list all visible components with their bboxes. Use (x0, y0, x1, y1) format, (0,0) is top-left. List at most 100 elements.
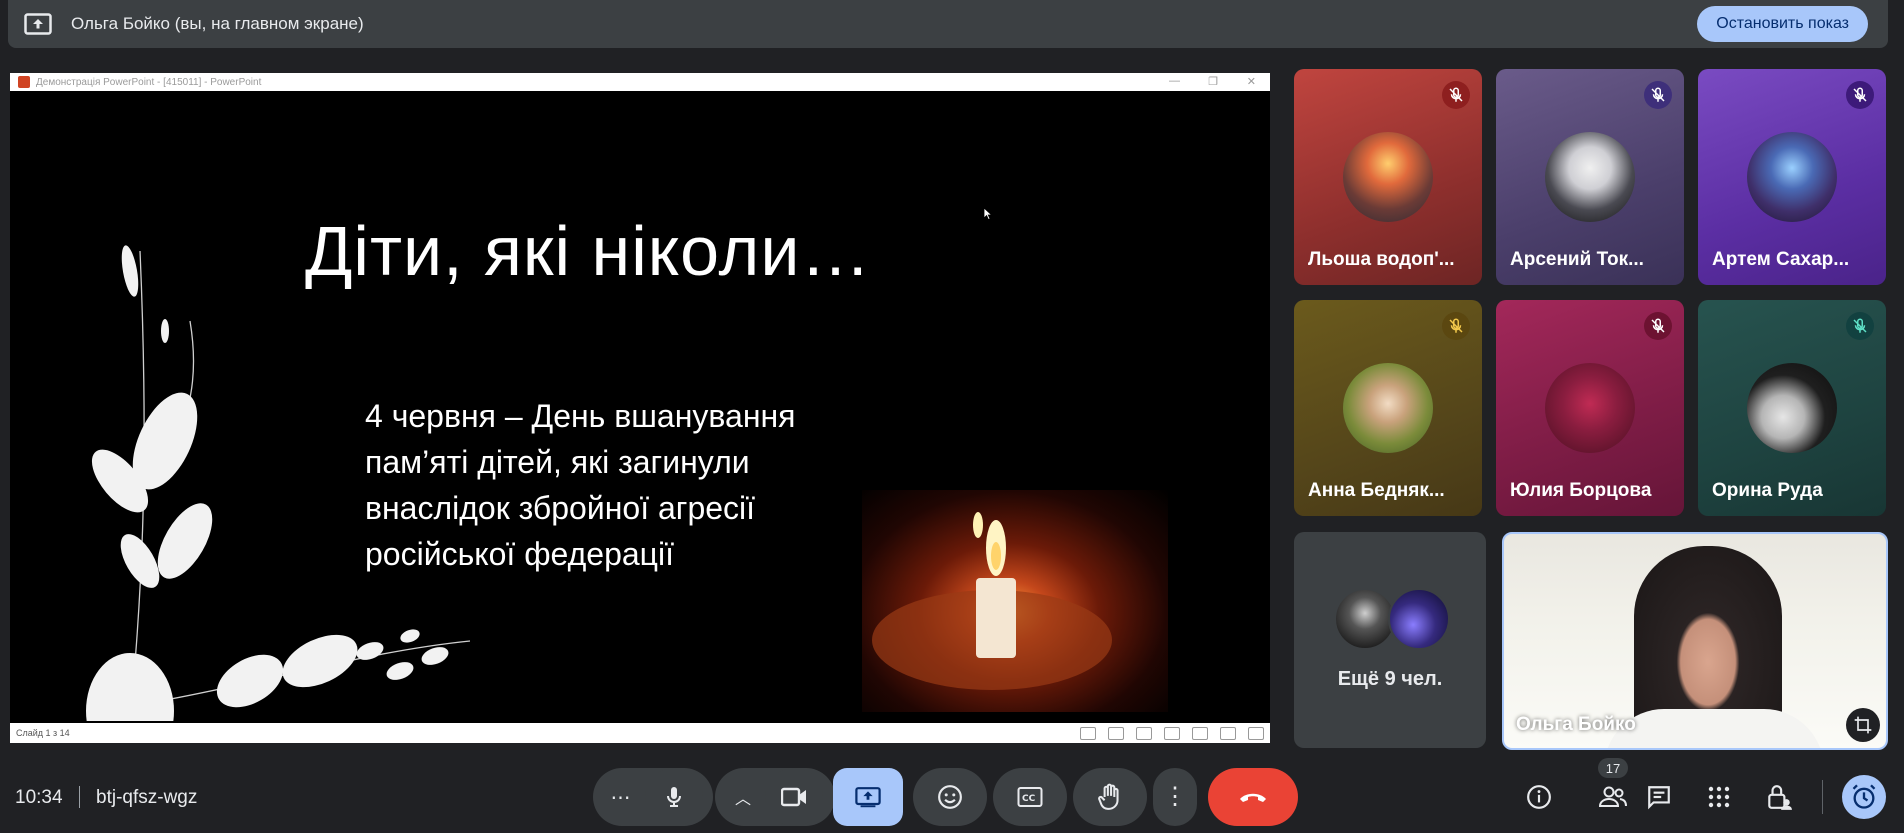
slideshow-view-icon (1248, 727, 1264, 740)
mic-off-icon (1644, 312, 1672, 340)
more-participants-label: Ещё 9 чел. (1337, 668, 1443, 690)
avatar (1334, 588, 1396, 650)
more-options-button[interactable]: ⋮ (1153, 768, 1197, 826)
clock: 10:34 (15, 787, 63, 808)
participants-button[interactable] (1596, 780, 1630, 814)
participant-name: Льоша водоп'... (1308, 249, 1455, 270)
chat-button[interactable] (1642, 780, 1676, 814)
divider (1822, 780, 1823, 814)
participant-tile[interactable]: Льоша водоп'... (1294, 69, 1482, 285)
mic-off-icon (1644, 81, 1672, 109)
mic-off-icon (1442, 312, 1470, 340)
next-slide-icon (1136, 727, 1152, 740)
avatar (1343, 132, 1433, 222)
timer-button[interactable] (1842, 775, 1886, 819)
reactions-button[interactable] (913, 768, 987, 826)
participant-name: Артем Сахар... (1712, 249, 1850, 270)
meeting-code: btj-qfsz-wgz (96, 787, 198, 808)
participant-name: Орина Руда (1712, 480, 1823, 501)
video-settings-button[interactable]: ︿ (715, 768, 771, 826)
restore-icon: ❐ (1208, 76, 1218, 88)
present-now-button[interactable] (833, 768, 903, 826)
ppt-window-title: Демонстрація PowerPoint - [415011] - Pow… (36, 76, 262, 88)
reading-view-icon (1220, 727, 1236, 740)
more-horiz-icon: ⋯ (610, 786, 632, 809)
self-video-tile[interactable]: Ольга Бойко (1502, 532, 1888, 750)
view-controls (1080, 727, 1264, 740)
video-camera-icon (781, 787, 806, 807)
present-screen-icon (855, 787, 881, 808)
participant-tile[interactable]: Юлия Борцова (1496, 300, 1684, 516)
lock-person-icon (1768, 785, 1792, 810)
activities-button[interactable] (1702, 780, 1736, 814)
slide-menu-icon (1108, 727, 1124, 740)
self-video-shirt (1604, 709, 1824, 748)
present-screen-icon (24, 13, 52, 35)
candle-photo (862, 490, 1168, 712)
participant-name: Юлия Борцова (1510, 480, 1652, 501)
svg-text:CC: CC (1022, 794, 1036, 804)
sorter-view-icon (1192, 727, 1208, 740)
participants-count-badge: 17 (1598, 758, 1628, 778)
presenting-banner: Ольга Бойко (вы, на главном экране) Оста… (8, 0, 1888, 48)
raise-hand-button[interactable] (1073, 768, 1147, 826)
slide-body-line: внаслідок збройної агресії (365, 490, 756, 526)
slide-body-line: пам’яті дітей, які загинули (365, 444, 750, 480)
emoji-icon (938, 785, 962, 809)
apps-grid-icon (1708, 786, 1730, 808)
hand-icon (1098, 783, 1119, 810)
avatar (1545, 132, 1635, 222)
stop-presenting-button[interactable]: Остановить показ (1697, 6, 1868, 42)
closed-captions-icon: CC (1017, 787, 1043, 807)
participant-name: Анна Бедняк... (1308, 480, 1445, 501)
mic-icon (667, 787, 681, 807)
slide-number: Слайд 1 з 14 (16, 728, 70, 738)
close-icon: ✕ (1246, 76, 1256, 88)
avatar (1343, 363, 1433, 453)
avatar (1388, 588, 1450, 650)
avatar (1747, 132, 1837, 222)
ppt-titlebar: Демонстрація PowerPoint - [415011] - Pow… (10, 73, 1270, 91)
host-controls-button[interactable] (1762, 780, 1796, 814)
divider (79, 786, 80, 808)
mic-off-icon (1442, 81, 1470, 109)
people-icon (1598, 786, 1627, 807)
chat-icon (1648, 786, 1670, 810)
prev-slide-icon (1080, 727, 1096, 740)
slide-body-line: російської федерації (365, 536, 674, 572)
shared-screen: Демонстрація PowerPoint - [415011] - Pow… (10, 73, 1270, 743)
participant-tile[interactable]: Орина Руда (1698, 300, 1886, 516)
info-icon (1527, 785, 1551, 809)
chevron-up-icon: ︿ (734, 791, 751, 808)
normal-view-icon (1164, 727, 1180, 740)
alarm-clock-icon (1852, 784, 1876, 809)
self-name: Ольга Бойко (1516, 714, 1636, 735)
captions-button[interactable]: CC (993, 768, 1067, 826)
slide-body: 4 червня – День вшанування пам’яті дітей… (365, 393, 885, 577)
mic-button[interactable] (645, 768, 703, 826)
leave-call-button[interactable] (1208, 768, 1298, 826)
mic-off-icon (1846, 312, 1874, 340)
ppt-statusbar: Слайд 1 з 14 (10, 723, 1270, 743)
slide-body-line: 4 червня – День вшанування (365, 398, 796, 434)
participant-name: Арсений Ток... (1510, 249, 1644, 270)
meeting-details-button[interactable] (1522, 780, 1556, 814)
mic-off-icon (1846, 81, 1874, 109)
crop-icon[interactable] (1846, 708, 1880, 742)
avatar (1545, 363, 1635, 453)
powerpoint-logo-icon (18, 76, 30, 88)
avatar (1747, 363, 1837, 453)
audio-settings-button[interactable]: ⋯ (593, 768, 649, 826)
minimize-icon: — (1169, 75, 1180, 87)
slide-canvas: Діти, які ніколи… 4 червня – День вшанув… (10, 91, 1270, 723)
call-end-icon (1240, 793, 1266, 802)
camera-button[interactable] (765, 768, 823, 826)
participant-tile[interactable]: Арсений Ток... (1496, 69, 1684, 285)
mouse-cursor-icon (983, 207, 993, 221)
slide-title: Діти, які ніколи… (305, 212, 872, 290)
more-participants-tile[interactable]: Ещё 9 чел. (1294, 532, 1486, 748)
participant-tile[interactable]: Артем Сахар... (1698, 69, 1886, 285)
banner-title: Ольга Бойко (вы, на главном экране) (71, 14, 364, 33)
participant-tile[interactable]: Анна Бедняк... (1294, 300, 1482, 516)
more-vert-icon: ⋮ (1163, 783, 1187, 810)
